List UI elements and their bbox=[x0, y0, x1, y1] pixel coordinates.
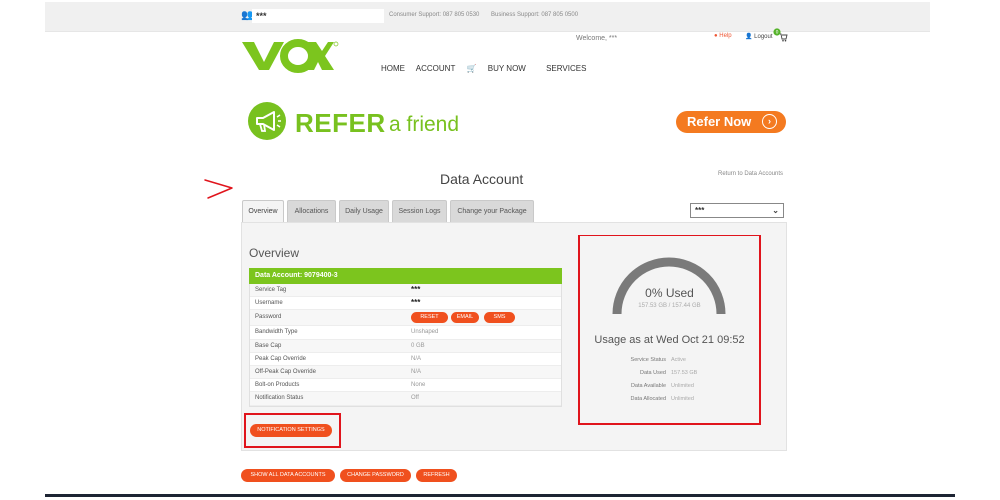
annotation-arrow bbox=[204, 179, 233, 199]
nav-buy-now[interactable]: 🛒 BUY NOW bbox=[467, 64, 535, 73]
table-row: Off-Peak Cap Override N/A bbox=[250, 365, 561, 380]
stat-value: 157.53 GB bbox=[671, 370, 698, 376]
row-label: Notification Status bbox=[255, 395, 304, 402]
account-details-table: Service Tag *** Username *** Password RE… bbox=[249, 284, 562, 407]
table-row: Peak Cap Override N/A bbox=[250, 353, 561, 366]
row-label: Username bbox=[255, 300, 283, 307]
cart-count: 0 bbox=[776, 30, 779, 36]
row-label: Base Cap bbox=[255, 342, 282, 349]
row-value: N/A bbox=[411, 355, 422, 362]
row-value: None bbox=[411, 382, 426, 389]
top-bar: 👥 *** Consumer Support: 087 805 0530 Bus… bbox=[45, 2, 930, 32]
row-label: Service Tag bbox=[255, 287, 287, 293]
footer-divider bbox=[45, 494, 955, 497]
row-label: Off-Peak Cap Override bbox=[255, 368, 316, 375]
logout-link[interactable]: 👤 Logout bbox=[745, 33, 773, 40]
consumer-support-text: Consumer Support: 087 805 0530 bbox=[389, 12, 480, 18]
business-support-text: Business Support: 087 805 0500 bbox=[491, 12, 579, 18]
table-row: Service Tag *** bbox=[250, 284, 561, 298]
table-row: Notification Status Off bbox=[250, 392, 561, 406]
stat-value: Active bbox=[671, 357, 686, 363]
tab-session-logs[interactable]: Session Logs bbox=[392, 200, 447, 222]
overview-heading: Overview bbox=[249, 246, 300, 260]
row-label: Bandwidth Type bbox=[255, 329, 298, 336]
sms-password-button[interactable]: SMS bbox=[484, 312, 515, 324]
row-value: Off bbox=[411, 395, 419, 402]
nav-services[interactable]: SERVICES bbox=[546, 64, 586, 73]
tab-daily-usage[interactable]: Daily Usage bbox=[339, 200, 389, 222]
username-display: *** bbox=[252, 9, 384, 23]
usage-card: 0% Used 157.53 GB / 157.44 GB Usage as a… bbox=[580, 236, 759, 423]
logout-label: Logout bbox=[754, 34, 773, 40]
page-title: Data Account bbox=[440, 171, 524, 187]
arrow-right-circle-icon: › bbox=[762, 114, 777, 129]
gb-used-label: 157.53 GB / 157.44 GB bbox=[638, 303, 701, 309]
stat-value: Unlimited bbox=[671, 383, 694, 389]
refer-heading-bold: REFER bbox=[295, 108, 386, 138]
percent-used-label: 0% Used bbox=[645, 286, 694, 300]
notification-settings-button[interactable]: NOTIFICATION SETTINGS bbox=[250, 424, 332, 437]
refer-now-label: Refer Now bbox=[687, 114, 752, 129]
nav-home[interactable]: HOME bbox=[381, 64, 405, 73]
vox-logo[interactable] bbox=[240, 36, 340, 76]
cart-small-icon: 🛒 bbox=[466, 64, 477, 73]
table-row: Username *** bbox=[250, 297, 561, 311]
welcome-text: Welcome, *** bbox=[576, 35, 618, 42]
stat-value: Unlimited bbox=[671, 396, 694, 402]
row-value: *** bbox=[411, 285, 421, 294]
stat-key: Data Allocated bbox=[630, 396, 666, 402]
tab-overview[interactable]: Overview bbox=[242, 200, 284, 223]
refer-heading-light: a friend bbox=[389, 113, 460, 136]
stat-key: Data Used bbox=[640, 370, 666, 376]
table-row: Base Cap 0 GB bbox=[250, 339, 561, 353]
refresh-button[interactable]: REFRESH bbox=[416, 469, 457, 482]
table-row: Bandwidth Type Unshaped bbox=[250, 326, 561, 340]
table-row: Bolt-on Products None bbox=[250, 379, 561, 393]
row-value: 0 GB bbox=[411, 342, 425, 349]
table-row: Password RESET EMAIL SMS bbox=[250, 310, 561, 327]
row-label: Peak Cap Override bbox=[255, 355, 307, 362]
show-all-data-accounts-button[interactable]: SHOW ALL DATA ACCOUNTS bbox=[241, 469, 335, 482]
cart-icon[interactable]: 0 bbox=[772, 28, 788, 42]
email-password-button[interactable]: EMAIL bbox=[451, 312, 479, 324]
row-label: Bolt-on Products bbox=[255, 382, 300, 389]
reset-password-button[interactable]: RESET bbox=[411, 312, 448, 324]
help-link[interactable]: ● Help bbox=[714, 33, 732, 39]
account-select[interactable]: *** ⌄ bbox=[690, 203, 784, 218]
row-label: Password bbox=[255, 314, 282, 321]
row-value: *** bbox=[411, 298, 421, 308]
nav-account[interactable]: ACCOUNT bbox=[416, 64, 456, 73]
stat-key: Data Available bbox=[630, 383, 666, 389]
stat-key: Service Status bbox=[630, 357, 666, 363]
account-select-value: *** bbox=[695, 206, 705, 215]
usage-as-at-text: Usage as at Wed Oct 21 09:52 bbox=[594, 334, 745, 346]
chevron-down-icon: ⌄ bbox=[772, 206, 779, 215]
tab-allocations[interactable]: Allocations bbox=[287, 200, 336, 222]
row-value: N/A bbox=[411, 368, 422, 375]
account-header: Data Account: 9079400-3 bbox=[249, 268, 562, 284]
tab-change-package[interactable]: Change your Package bbox=[450, 200, 534, 222]
return-to-data-accounts-link[interactable]: Return to Data Accounts bbox=[718, 171, 783, 177]
help-label: Help bbox=[719, 33, 732, 39]
refer-now-button[interactable]: Refer Now › bbox=[676, 111, 786, 133]
megaphone-icon bbox=[248, 102, 286, 140]
change-password-button[interactable]: CHANGE PASSWORD bbox=[340, 469, 411, 482]
row-value: Unshaped bbox=[411, 329, 439, 336]
nav-buy-now-label: BUY NOW bbox=[487, 64, 526, 73]
main-nav: HOME ACCOUNT 🛒 BUY NOW SERVICES bbox=[381, 64, 595, 73]
